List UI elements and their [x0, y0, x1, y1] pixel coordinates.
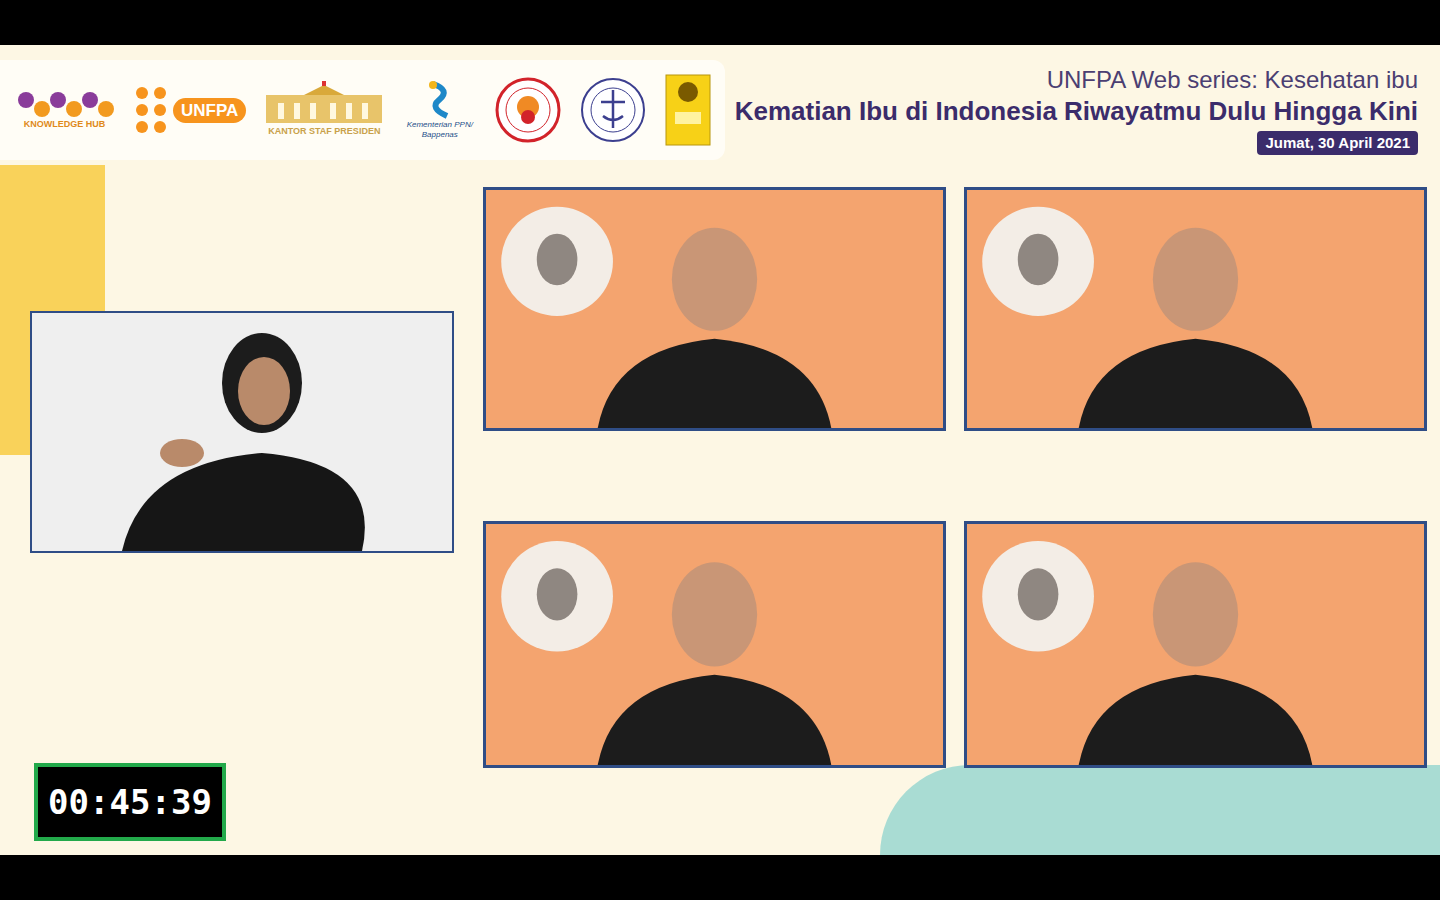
- yellow-shield-icon: [665, 74, 711, 146]
- knowledge-hub-logo: KNOWLEDGE HUB: [12, 89, 117, 130]
- speaker-tile: [964, 521, 1427, 768]
- speaker-video: [967, 524, 1424, 765]
- top-bar: [0, 0, 1440, 45]
- red-seal-icon: [495, 77, 561, 143]
- series-label: UNFPA Web series: Kesehatan ibu: [1047, 65, 1418, 95]
- webinar-screen: KNOWLEDGE HUB UNFPA KANTOR STAF PRESIDEN Ke…: [0, 0, 1440, 900]
- bappenas-icon: [425, 80, 455, 120]
- speaker-video: [967, 190, 1424, 428]
- speaker-tile: [964, 187, 1427, 431]
- event-title: Kematian Ibu di Indonesia Riwayatmu Dulu…: [735, 95, 1418, 128]
- logo-strip: KNOWLEDGE HUB UNFPA KANTOR STAF PRESIDEN Ke…: [0, 60, 725, 160]
- speaker-tile: [483, 187, 946, 431]
- blue-seal-icon: [579, 76, 647, 144]
- ksp-logo: KANTOR STAF PRESIDEN: [264, 81, 384, 139]
- speaker-grid: [483, 187, 1427, 768]
- title-block: UNFPA Web series: Kesehatan ibuKematian …: [725, 45, 1440, 165]
- header: KNOWLEDGE HUB UNFPA KANTOR STAF PRESIDEN Ke…: [0, 45, 1440, 165]
- timer: 00:45:39: [34, 763, 226, 841]
- speaker-video: [486, 524, 943, 765]
- teal-decoration: [880, 765, 1440, 855]
- interpreter-video: [32, 313, 452, 551]
- palace-icon: [264, 81, 384, 125]
- bottom-bar: [0, 855, 1440, 900]
- dots-icon: [135, 85, 169, 135]
- body: 00:45:39: [0, 165, 1440, 855]
- interpreter-tile: [30, 311, 454, 553]
- knowledge-hub-icon: [16, 89, 114, 119]
- speaker-video: [486, 190, 943, 428]
- unfpa-logo: UNFPA: [135, 85, 246, 135]
- stage: KNOWLEDGE HUB UNFPA KANTOR STAF PRESIDEN Ke…: [0, 45, 1440, 855]
- date-badge: Jumat, 30 April 2021: [1257, 131, 1418, 156]
- left-column: 00:45:39: [0, 165, 483, 855]
- speaker-tile: [483, 521, 946, 768]
- bappenas-logo: Kementerian PPN/ Bappenas: [402, 80, 477, 140]
